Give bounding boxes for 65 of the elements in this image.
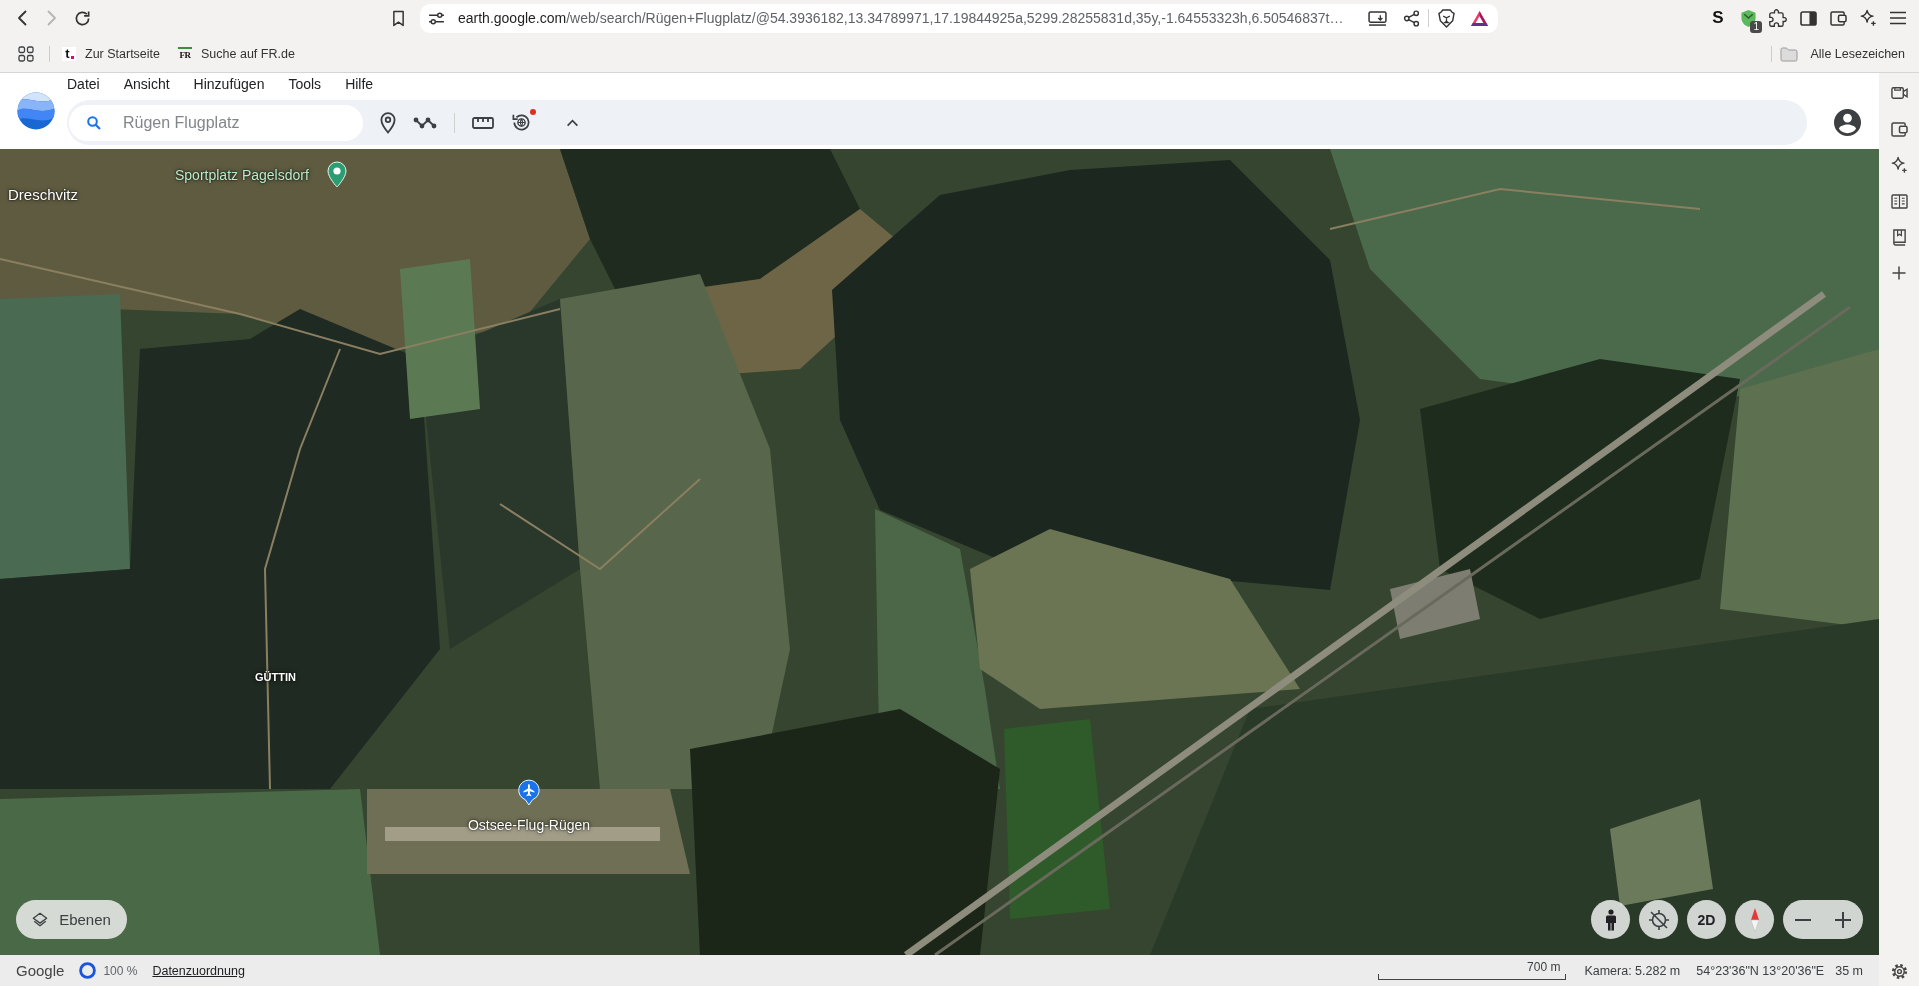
bookmark-link[interactable]: FR Suche auf FR.de bbox=[178, 47, 295, 61]
plus-icon[interactable] bbox=[1892, 266, 1906, 280]
elevation-text: 35 m bbox=[1835, 963, 1863, 978]
puzzle-icon[interactable] bbox=[1769, 9, 1787, 27]
shield-icon[interactable] bbox=[1438, 8, 1455, 28]
compass-icon bbox=[1748, 906, 1761, 933]
extension-button[interactable]: S bbox=[1712, 8, 1724, 28]
layers-button[interactable]: Ebenen bbox=[16, 900, 127, 939]
wallet-icon[interactable] bbox=[1829, 10, 1847, 26]
share-icon[interactable] bbox=[1403, 9, 1420, 27]
place-label: Ostsee-Flug-Rügen bbox=[467, 817, 591, 833]
map-pin-icon[interactable] bbox=[326, 161, 347, 188]
reload-icon[interactable] bbox=[73, 9, 91, 27]
menu-item[interactable]: Hilfe bbox=[345, 76, 374, 92]
place-label: Dreschvitz bbox=[8, 186, 78, 203]
folder-icon bbox=[1780, 46, 1799, 62]
monitor-download-icon[interactable] bbox=[1368, 10, 1387, 26]
bookmark-icon[interactable] bbox=[391, 9, 405, 27]
pin-icon[interactable] bbox=[380, 111, 396, 134]
search-field[interactable]: Rügen Flugplatz bbox=[69, 104, 363, 141]
path-icon[interactable] bbox=[413, 115, 437, 130]
settings-icon[interactable] bbox=[1890, 962, 1908, 980]
menu-item[interactable]: Tools bbox=[288, 76, 322, 92]
book-icon[interactable] bbox=[1891, 228, 1907, 246]
camera-text: Kamera: 5.282 m bbox=[1584, 963, 1681, 978]
menu-icon[interactable] bbox=[1889, 11, 1907, 25]
account-icon[interactable] bbox=[1834, 109, 1861, 136]
layers-icon bbox=[32, 911, 49, 928]
apps-grid-icon[interactable] bbox=[18, 46, 34, 62]
menu-item[interactable]: Ansicht bbox=[123, 76, 170, 92]
shield-icon[interactable] bbox=[1739, 8, 1757, 28]
menu-item[interactable]: Hinzufügen bbox=[193, 76, 265, 92]
coordinates-text: 54°23'36"N 13°20'36"E bbox=[1696, 963, 1825, 978]
address-bar[interactable]: earth.google.com/web/search/Rügen+Flugplatz/@54.3936182,13.34789971,17.19844925a,5299.28255831d,35y,-1.64553323h,6.50546837t… bbox=[420, 3, 1498, 33]
all-bookmarks-button[interactable]: Alle Lesezeichen bbox=[1780, 46, 1905, 62]
history-icon[interactable] bbox=[511, 112, 532, 133]
attribution-link[interactable]: Datenzuordnung bbox=[152, 963, 245, 978]
globe-logo-icon[interactable] bbox=[17, 92, 55, 130]
video-icon[interactable] bbox=[1890, 86, 1908, 100]
place-label: GÜTTIN bbox=[255, 671, 296, 683]
triangle-icon[interactable] bbox=[1470, 9, 1489, 27]
sparkle-icon[interactable] bbox=[1890, 156, 1908, 174]
chevron-up-icon[interactable] bbox=[566, 118, 579, 127]
ruler-icon[interactable] bbox=[472, 116, 494, 129]
sparkle-icon[interactable] bbox=[1859, 9, 1877, 27]
search-icon[interactable] bbox=[87, 115, 101, 130]
wallet-icon[interactable] bbox=[1890, 121, 1908, 137]
logo-text: Google bbox=[16, 962, 65, 979]
bookmark-link[interactable]: t Zur Startseite bbox=[62, 47, 161, 61]
percent-text: 100 % bbox=[103, 963, 138, 978]
open-book-icon[interactable] bbox=[1890, 193, 1908, 209]
site-logo: FR bbox=[178, 47, 193, 61]
minus-icon[interactable] bbox=[1795, 918, 1811, 921]
panel-icon[interactable] bbox=[1799, 10, 1817, 26]
site-logo: t bbox=[62, 47, 76, 61]
scale-label: 700 m bbox=[1527, 961, 1561, 974]
person-icon bbox=[1604, 908, 1617, 931]
airplane-pin-icon[interactable] bbox=[518, 779, 540, 806]
menu-item[interactable]: Datei bbox=[67, 76, 100, 92]
count-badge: 1 bbox=[1750, 21, 1762, 33]
place-label: Sportplatz Pagelsdorf bbox=[175, 166, 309, 183]
crosshair-off-icon bbox=[1647, 908, 1670, 931]
ring-icon bbox=[79, 962, 97, 979]
plus-icon[interactable] bbox=[1835, 911, 1851, 928]
sliders-icon[interactable] bbox=[428, 11, 445, 25]
